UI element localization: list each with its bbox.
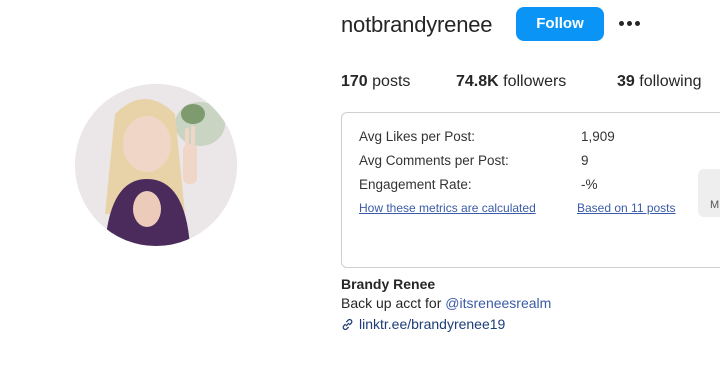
- dot: [618, 20, 624, 26]
- bio-full-name: Brandy Renee: [341, 276, 436, 292]
- follow-button[interactable]: Follow: [516, 7, 604, 41]
- engagement-rate-value: -%: [581, 177, 598, 192]
- posts-label: posts: [372, 73, 411, 90]
- profile-avatar[interactable]: [75, 84, 237, 246]
- metrics-calculation-link[interactable]: How these metrics are calculated: [359, 201, 536, 215]
- avg-likes-label: Avg Likes per Post:: [359, 129, 476, 144]
- profile-username: notbrandyrenee: [341, 12, 493, 37]
- following-count[interactable]: 39 following: [617, 73, 702, 91]
- avg-comments-label: Avg Comments per Post:: [359, 153, 509, 168]
- followers-label: followers: [503, 73, 567, 90]
- bio-text-prefix: Back up acct for: [341, 295, 446, 311]
- dot: [634, 20, 640, 26]
- posts-count: 170 posts: [341, 73, 410, 91]
- posts-number: 170: [341, 73, 368, 90]
- dot: [626, 20, 632, 26]
- metrics-side-tab[interactable]: M: [698, 169, 720, 217]
- avg-comments-value: 9: [581, 153, 589, 168]
- followers-count[interactable]: 74.8K followers: [456, 73, 566, 91]
- bio-external-link[interactable]: linktr.ee/brandyrenee19: [341, 316, 505, 332]
- link-icon: [342, 318, 353, 330]
- engagement-rate-label: Engagement Rate:: [359, 177, 472, 192]
- following-number: 39: [617, 73, 635, 90]
- bio-text: Back up acct for @itsreneesrealm: [341, 295, 551, 311]
- metrics-panel: Avg Likes per Post: 1,909 Avg Comments p…: [341, 112, 720, 268]
- avatar-image: [75, 84, 237, 246]
- based-on-posts-link[interactable]: Based on 11 posts: [577, 201, 676, 215]
- followers-number: 74.8K: [456, 73, 499, 90]
- more-options-icon[interactable]: [616, 12, 642, 34]
- bio-link-text: linktr.ee/brandyrenee19: [359, 316, 506, 332]
- avg-likes-value: 1,909: [581, 129, 615, 144]
- following-label: following: [639, 73, 702, 90]
- bio-mention-link[interactable]: @itsreneesrealm: [445, 295, 551, 311]
